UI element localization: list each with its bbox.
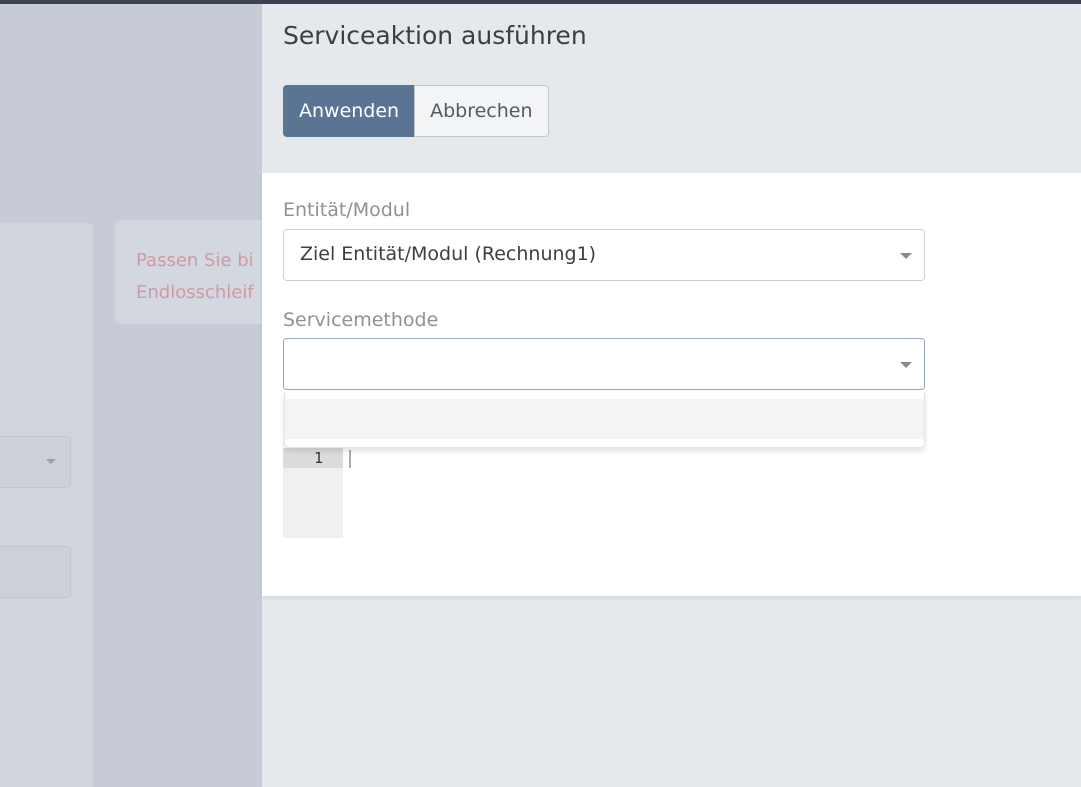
line-number: 1: [283, 448, 343, 468]
text-cursor: [349, 450, 351, 468]
entity-label: Entität/Modul: [283, 199, 411, 221]
chevron-down-icon[interactable]: [900, 362, 912, 368]
service-method-dropdown: [284, 392, 925, 448]
panel-title: Serviceaktion ausführen: [283, 21, 587, 50]
entity-select[interactable]: Ziel Entität/Modul (Rechnung1): [283, 229, 925, 281]
dropdown-option[interactable]: [285, 399, 924, 439]
service-method-select[interactable]: [283, 338, 925, 390]
code-editor[interactable]: 1: [283, 448, 923, 538]
background-page: [0, 4, 262, 787]
editor-gutter: 1: [283, 448, 343, 538]
apply-button[interactable]: Anwenden: [283, 85, 416, 137]
panel-body: Entität/Modul Ziel Entität/Modul (Rechnu…: [262, 173, 1081, 596]
background-card: [0, 223, 93, 787]
background-input: [0, 546, 71, 598]
chevron-down-icon[interactable]: [900, 253, 912, 259]
background-select: [0, 436, 71, 488]
chevron-down-icon: [46, 459, 56, 464]
panel-header: Serviceaktion ausführen Anwenden Abbrech…: [262, 4, 1081, 173]
cancel-button[interactable]: Abbrechen: [414, 85, 549, 137]
service-method-label: Servicemethode: [283, 309, 439, 331]
background-note-text: Passen Sie bi Endlosschleif: [136, 250, 254, 303]
entity-select-value: Ziel Entität/Modul (Rechnung1): [300, 243, 597, 265]
action-button-group: Anwenden Abbrechen: [283, 85, 549, 137]
service-action-panel: Serviceaktion ausführen Anwenden Abbrech…: [262, 4, 1081, 787]
